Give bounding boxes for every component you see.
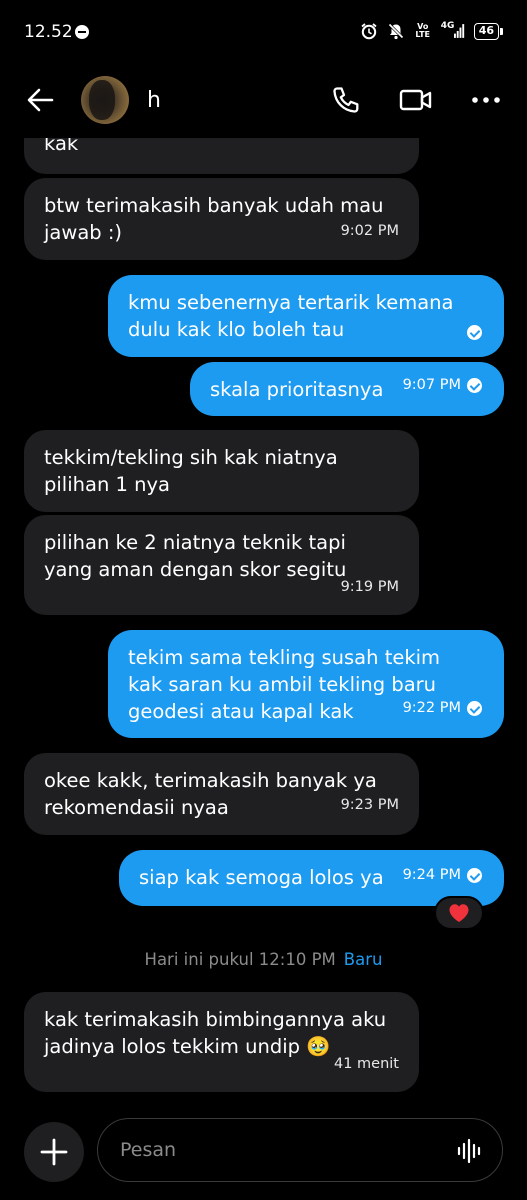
battery-indicator: 46 [473, 22, 503, 40]
message-text-line: pilihan 1 nya [44, 473, 170, 496]
divider-label: Hari ini pukul 12:10 PM [144, 950, 336, 969]
plus-icon [40, 1138, 68, 1166]
message-timestamp: 9:02 PM [340, 223, 399, 239]
date-divider: Hari ini pukul 12:10 PM Baru [0, 950, 527, 969]
read-check-icon [467, 868, 482, 883]
waveform-icon [457, 1138, 481, 1164]
message-time: 9:19 PM [341, 574, 399, 601]
network-type: 4G [440, 21, 455, 31]
status-icons: Vo LTE 4G 46 [360, 21, 503, 40]
message-text-line: tekkim/tekling sih kak niatnya [44, 446, 338, 469]
message-time: 9:23 PM [341, 792, 399, 819]
add-attachment-button[interactable] [24, 1122, 84, 1182]
message-text-line: btw terimakasih banyak udah mau [44, 194, 384, 217]
message-text-line: kak terimakasih bimbingannya aku [44, 1008, 387, 1031]
back-button[interactable] [24, 83, 58, 117]
message-incoming[interactable]: kak terimakasih bimbingannya aku jadinya… [24, 992, 419, 1092]
message-text-line: pilihan ke 2 niatnya teknik tapi [44, 531, 346, 554]
message-timestamp: 9:19 PM [340, 579, 399, 595]
read-check-icon [467, 378, 482, 393]
phone-icon [333, 87, 359, 113]
message-text-line: tekim sama tekling susah tekim [128, 646, 441, 669]
volte-indicator: Vo LTE [415, 22, 431, 39]
heart-icon [449, 904, 469, 922]
message-time: 9:24 PM [403, 862, 482, 889]
more-options-button[interactable] [470, 86, 502, 114]
contact-avatar[interactable] [81, 76, 129, 124]
message-incoming[interactable]: btw terimakasih banyak udah mau jawab :)… [24, 178, 419, 260]
message-timestamp: 9:23 PM [340, 797, 399, 813]
message-time: 9:02 PM [341, 218, 399, 245]
message-incoming[interactable]: okee kakk, terimakasih banyak ya rekomen… [24, 753, 419, 835]
new-label: Baru [343, 950, 383, 969]
message-input-container[interactable] [97, 1118, 503, 1182]
message-timestamp: 9:24 PM [402, 867, 461, 883]
voice-call-button[interactable] [330, 84, 362, 116]
chat-header: h [0, 64, 527, 138]
message-text-line: okee kakk, terimakasih banyak ya [44, 769, 377, 792]
message-outgoing[interactable]: kmu sebenernya tertarik kemana dulu kak … [108, 275, 504, 357]
message-timestamp: 9:22 PM [402, 700, 461, 716]
more-horizontal-icon [472, 97, 500, 103]
contact-name[interactable]: h [147, 88, 161, 113]
message-text-line: dulu kak klo boleh tau [128, 318, 345, 341]
battery-tip [500, 27, 503, 35]
video-camera-icon [399, 89, 432, 111]
voice-message-button[interactable] [456, 1138, 482, 1164]
read-check-icon [467, 701, 482, 716]
signal-icon: 4G [440, 21, 465, 40]
message-incoming[interactable]: tekkim/tekling sih kak niatnya pilihan 1… [24, 430, 419, 512]
status-bar: 12.52 Vo LTE 4G 46 [0, 0, 527, 64]
video-call-button[interactable] [398, 84, 434, 116]
message-outgoing[interactable]: skala prioritasnya 9:07 PM [190, 362, 504, 416]
message-reaction[interactable] [434, 896, 484, 930]
message-time: 9:22 PM [403, 695, 482, 722]
message-timestamp: 9:07 PM [402, 377, 461, 393]
message-text-line: kmu sebenernya tertarik kemana [128, 291, 454, 314]
read-check-icon [467, 325, 482, 340]
alarm-icon [360, 22, 378, 40]
battery-level: 46 [473, 22, 499, 40]
message-incoming[interactable]: pilihan ke 2 niatnya teknik tapi yang am… [24, 515, 419, 615]
message-status [467, 325, 482, 340]
message-time: 9:07 PM [403, 372, 482, 399]
chat-notification-icon [75, 25, 89, 39]
message-input[interactable] [120, 1131, 440, 1169]
message-timestamp: 41 menit [333, 1056, 399, 1072]
message-time: 41 menit [334, 1051, 399, 1078]
arrow-left-icon [27, 88, 54, 112]
mute-icon [387, 22, 405, 40]
message-outgoing[interactable]: tekim sama tekling susah tekim kak saran… [108, 630, 504, 738]
status-time: 12.52 [24, 22, 73, 42]
message-composer [0, 1110, 527, 1200]
message-text-line: kak saran ku ambil tekling baru [128, 673, 437, 696]
